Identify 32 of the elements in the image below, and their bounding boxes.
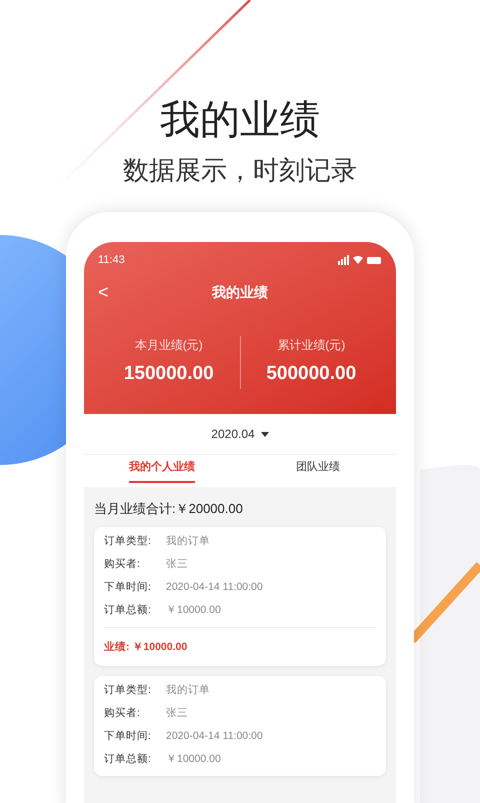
performance-text: 业绩: ￥10000.00 xyxy=(104,640,188,652)
field-label: 订单总额: xyxy=(104,603,152,618)
nav-title: 我的业绩 xyxy=(212,282,268,302)
field-label: 下单时间: xyxy=(104,729,152,744)
field-value: 2020-04-14 11:00:00 xyxy=(166,580,263,596)
summary-text: 当月业绩合计:￥20000.00 xyxy=(93,500,244,518)
field-value: 张三 xyxy=(166,706,188,722)
status-time: 11:43 xyxy=(98,252,125,268)
tab[interactable]: 我的个人业绩 xyxy=(84,455,240,487)
field-value: ￥10000.00 xyxy=(166,603,221,618)
date-dropdown[interactable]: 2020.04 xyxy=(211,425,269,443)
field-label: 订单总额: xyxy=(104,752,152,768)
headline: 我的业绩 xyxy=(160,97,320,144)
field-value: 我的订单 xyxy=(166,683,210,698)
field-value: 张三 xyxy=(166,557,188,572)
field-label: 订单类型: xyxy=(104,683,152,698)
field-label: 购买者: xyxy=(104,706,141,722)
field-label: 下单时间: xyxy=(104,580,152,596)
field-value: 我的订单 xyxy=(166,534,210,550)
stat-label: 本月业绩(元) xyxy=(134,337,203,354)
tab[interactable]: 团队业绩 xyxy=(240,455,396,487)
field-label: 购买者: xyxy=(104,557,141,572)
field-label: 订单类型: xyxy=(104,534,152,550)
back-button[interactable]: < xyxy=(98,283,109,301)
stat-value: 500000.00 xyxy=(266,362,356,386)
subtitle: 数据展示，时刻记录 xyxy=(123,154,357,186)
caret-icon xyxy=(260,432,269,436)
field-value: ￥10000.00 xyxy=(166,752,221,768)
stat-value: 150000.00 xyxy=(124,362,214,386)
status-icons-drawing xyxy=(338,255,382,265)
stat-label: 累计业绩(元) xyxy=(277,337,346,354)
field-value: 2020-04-14 11:00:00 xyxy=(166,729,263,744)
